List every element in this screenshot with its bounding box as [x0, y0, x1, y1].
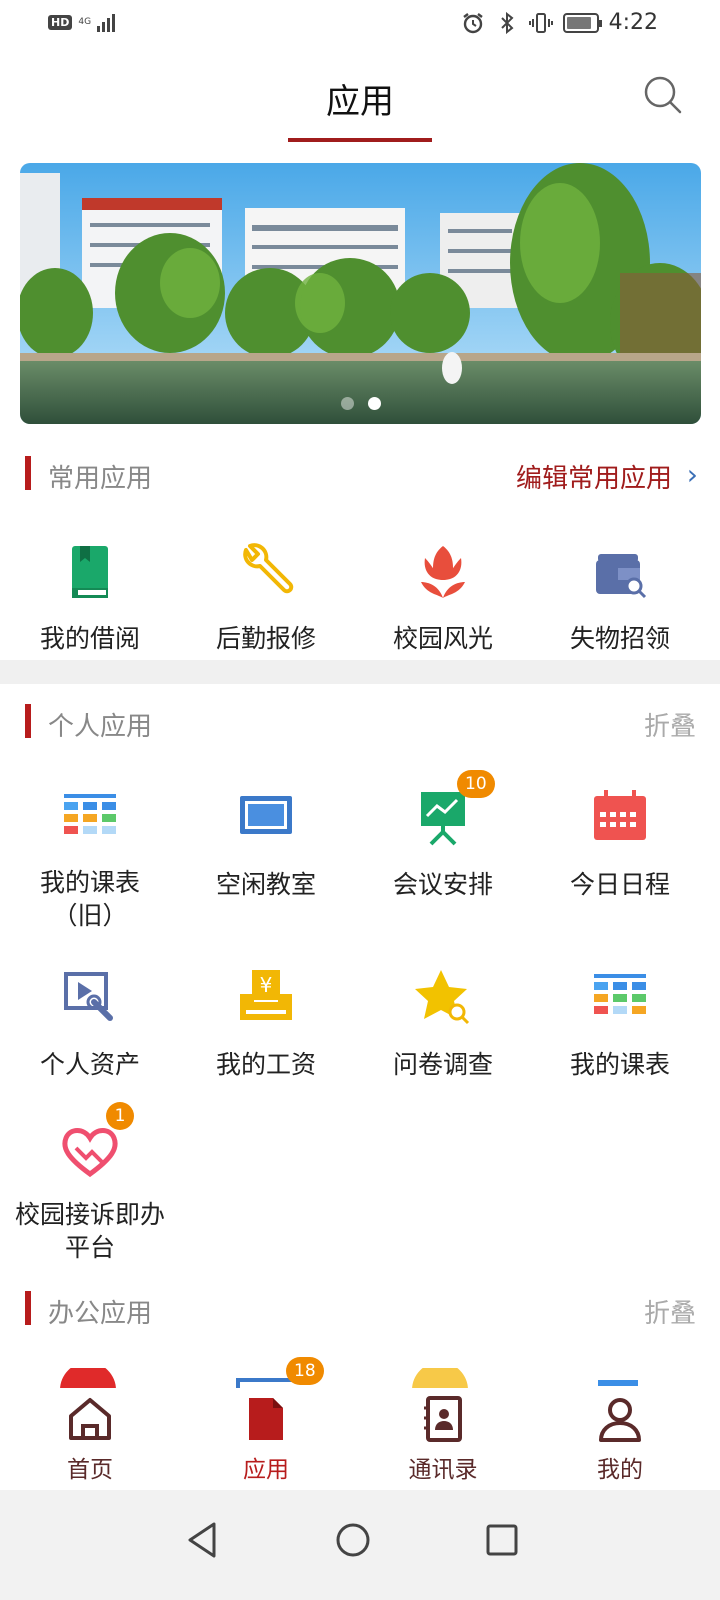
- svg-text:¥: ¥: [260, 973, 273, 997]
- app-label: 我的借阅: [39, 624, 140, 653]
- alarm-icon: [462, 12, 483, 33]
- bluetooth-icon: [500, 11, 514, 34]
- recents-icon[interactable]: [472, 1510, 532, 1570]
- chevron-right-icon[interactable]: ›: [687, 458, 698, 491]
- star-search-icon: [415, 970, 470, 1025]
- app-label: 我的课表: [569, 1050, 670, 1079]
- page-title: 应用: [326, 82, 394, 122]
- asset-tool-icon: [64, 972, 113, 1021]
- app-meeting[interactable]: 10 会议安排: [353, 770, 533, 901]
- section-title: 个人应用: [48, 712, 153, 742]
- tulip-icon: [421, 546, 465, 598]
- document-icon: [249, 1398, 283, 1440]
- app-label: 我的工资: [215, 1050, 316, 1079]
- section-title: 办公应用: [48, 1299, 153, 1329]
- section-divider: [0, 660, 720, 684]
- contacts-book-icon: [424, 1396, 462, 1442]
- app-campus-scenery[interactable]: 校园风光: [353, 540, 533, 655]
- personal-apps-header: 个人应用 折叠: [0, 702, 720, 742]
- timetable-icon: [594, 974, 646, 1014]
- app-label: 我的课表（旧）: [39, 868, 140, 930]
- tab-label: 应用: [243, 1457, 289, 1483]
- signal-icon: [97, 12, 116, 32]
- tab-me[interactable]: 我的: [530, 1394, 710, 1484]
- classroom-screen-icon: [240, 796, 292, 834]
- wallet-search-icon: [596, 554, 647, 599]
- section-marker: [25, 704, 31, 738]
- tab-apps[interactable]: 应用: [176, 1394, 356, 1484]
- app-label: 空闲教室: [215, 870, 316, 899]
- common-apps-header: 常用应用 编辑常用应用 ›: [0, 454, 720, 494]
- section-marker: [25, 1291, 31, 1325]
- app-my-timetable-old[interactable]: 我的课表（旧）: [0, 786, 180, 932]
- tab-label: 通讯录: [408, 1457, 478, 1483]
- notification-badge: 10: [457, 770, 495, 798]
- app-personal-assets[interactable]: 个人资产: [0, 966, 180, 1081]
- collapse-personal-apps[interactable]: 折叠: [644, 706, 696, 743]
- banner-pagination: [20, 397, 701, 410]
- app-survey[interactable]: 问卷调查: [353, 966, 533, 1081]
- campus-banner[interactable]: [20, 163, 701, 424]
- app-my-timetable[interactable]: 我的课表: [530, 966, 710, 1081]
- app-my-borrowing[interactable]: 我的借阅: [0, 540, 180, 655]
- pagination-dot-active: [367, 397, 381, 410]
- battery-icon: [562, 12, 602, 33]
- calendar-icon: [594, 790, 646, 840]
- app-label: 校园接诉即办平台: [15, 1200, 166, 1262]
- back-icon[interactable]: [172, 1510, 232, 1570]
- tab-label: 首页: [67, 1457, 113, 1483]
- office-apps-row: [0, 1368, 720, 1390]
- salary-icon: ¥: [240, 970, 292, 1020]
- notification-badge: 1: [106, 1102, 134, 1130]
- tab-contacts[interactable]: 通讯录: [353, 1394, 533, 1484]
- app-label: 个人资产: [39, 1050, 140, 1079]
- edit-common-apps-link[interactable]: 编辑常用应用: [516, 458, 672, 495]
- tab-label: 我的: [597, 1457, 643, 1483]
- pagination-dot: [340, 397, 354, 410]
- home-button-icon[interactable]: [323, 1510, 383, 1570]
- app-repair[interactable]: 后勤报修: [176, 540, 356, 655]
- status-bar: HD 4G 4:22: [0, 0, 720, 50]
- section-marker: [25, 456, 31, 490]
- app-header: 应用: [0, 50, 720, 145]
- app-label: 问卷调查: [392, 1050, 493, 1079]
- search-icon[interactable]: [642, 74, 684, 116]
- app-my-salary[interactable]: ¥ 我的工资: [176, 966, 356, 1081]
- app-campus-complaint-platform[interactable]: 1 校园接诉即办平台: [0, 1102, 180, 1264]
- person-icon: [599, 1398, 641, 1442]
- office-apps-header: 办公应用 折叠: [0, 1289, 720, 1329]
- book-icon: [72, 546, 108, 598]
- clock: 4:22: [608, 10, 658, 35]
- bottom-tab-bar: 首页 应用 通讯录 我的: [0, 1388, 720, 1490]
- vibrate-icon: [528, 12, 553, 33]
- hd-indicator: HD: [48, 14, 73, 30]
- app-today-schedule[interactable]: 今日日程: [530, 786, 710, 901]
- section-title: 常用应用: [48, 464, 153, 494]
- wrench-icon: [243, 543, 294, 594]
- tab-home[interactable]: 首页: [0, 1394, 180, 1484]
- app-label: 后勤报修: [215, 624, 316, 653]
- app-label: 失物招领: [569, 624, 670, 653]
- app-free-classroom[interactable]: 空闲教室: [176, 786, 356, 901]
- app-label: 校园风光: [392, 624, 493, 653]
- collapse-office-apps[interactable]: 折叠: [644, 1293, 696, 1330]
- timetable-icon: [64, 794, 116, 834]
- app-label: 会议安排: [392, 870, 493, 899]
- app-lost-found[interactable]: 失物招领: [530, 540, 710, 655]
- network-type: 4G: [78, 16, 92, 27]
- home-icon: [69, 1398, 111, 1440]
- office-app-badge: 18: [286, 1357, 324, 1385]
- title-underline: [288, 138, 432, 142]
- system-nav-bar: [0, 1490, 720, 1600]
- app-label: 今日日程: [569, 870, 670, 899]
- campus-photo: [20, 163, 701, 424]
